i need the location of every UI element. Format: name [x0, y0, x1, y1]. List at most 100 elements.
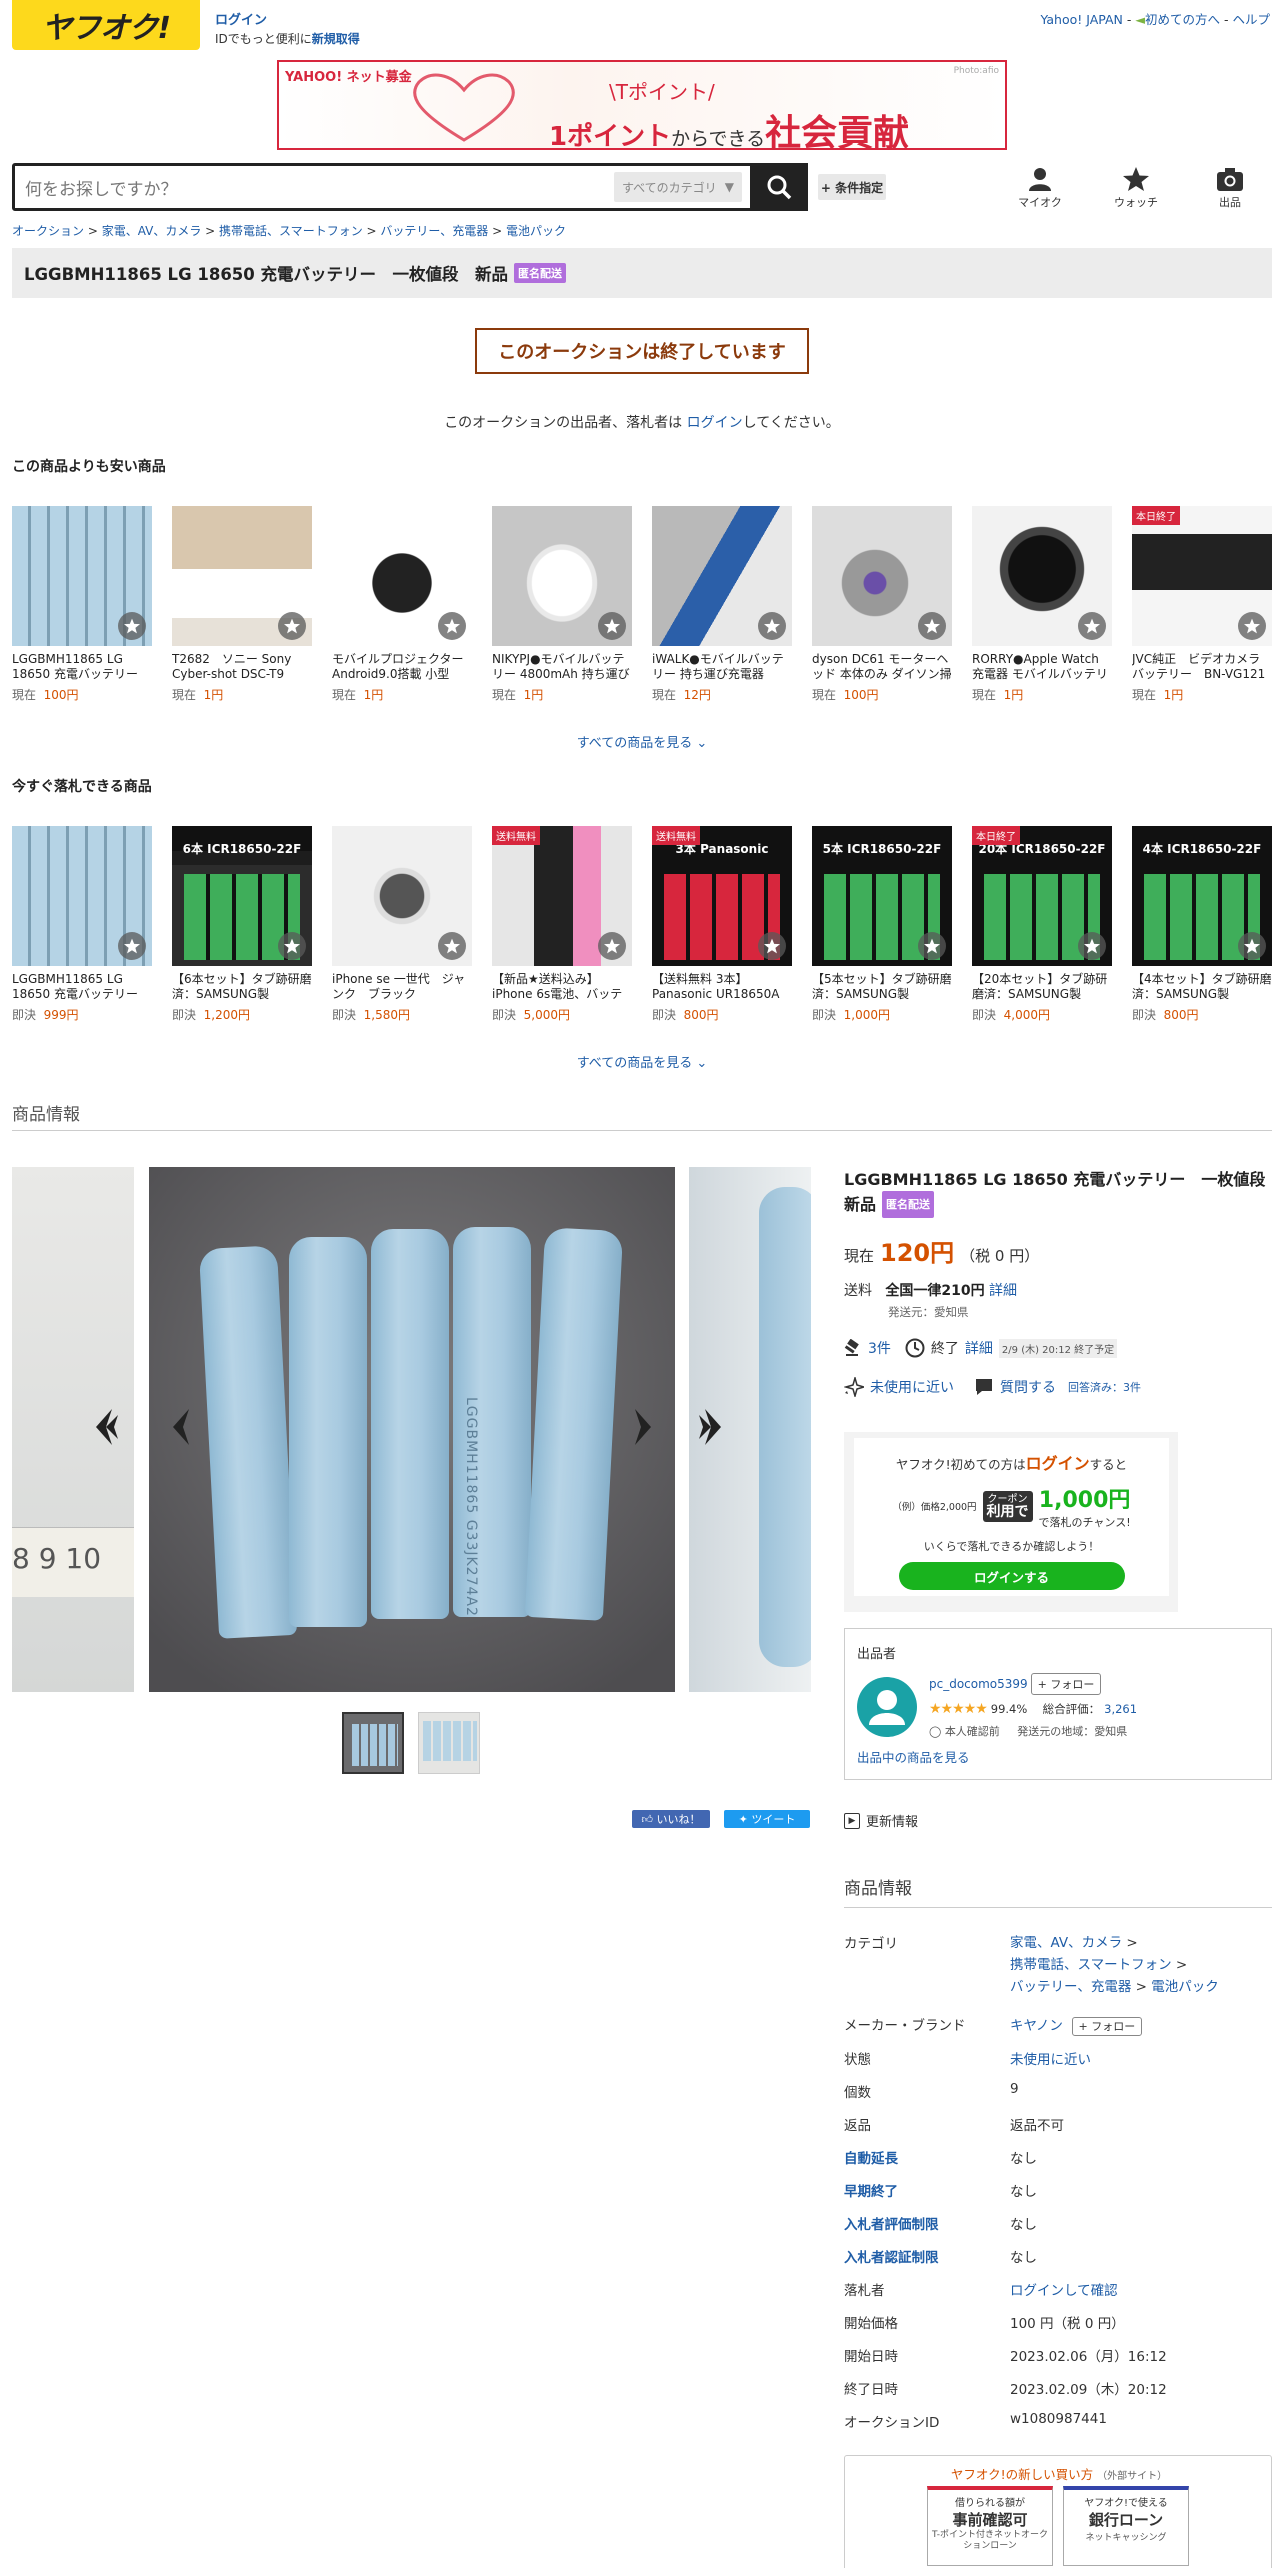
watch-star-button[interactable] [918, 932, 946, 960]
category-link[interactable]: 家電、AV、カメラ [1010, 1935, 1122, 1951]
product-name[interactable]: 【送料無料 3本】Panasonic UR18650A 18650リチウム... [652, 972, 792, 1002]
product-image[interactable]: 5本 ICR18650-22F [812, 826, 952, 966]
product-image[interactable] [332, 826, 472, 966]
update-info-toggle[interactable]: ▶ 更新情報 [844, 1811, 918, 1830]
watch-star-button[interactable] [1078, 612, 1106, 640]
yahoo-japan-link[interactable]: Yahoo! JAPAN [1040, 12, 1122, 27]
loan-card[interactable]: 借りられる額が 事前確認可 T-ポイント付きネットオークションローン [927, 2486, 1053, 2566]
spec-label[interactable]: 自動延長 [844, 2147, 898, 2167]
product-name[interactable]: RORRY●Apple Watch 充電器 モバイルバッテリー 5200... [972, 652, 1112, 682]
product-image[interactable] [12, 506, 152, 646]
product-name[interactable]: LGGBMH11865 LG 18650 充電バッテリー 一枚値段... [12, 972, 152, 1002]
watch-star-button[interactable] [278, 612, 306, 640]
ended-login-link[interactable]: ログイン [687, 415, 743, 431]
product-image[interactable] [812, 506, 952, 646]
product-image[interactable]: 6本 ICR18650-22F [172, 826, 312, 966]
main-product-image[interactable]: LGGBMH11865 G33JK274A2 [149, 1167, 675, 1692]
product-card[interactable]: 送料無料 3本 Panasonic 【送料無料 3本】Panasonic UR186… [652, 826, 792, 1023]
product-name[interactable]: 【6本セット】タブ跡研磨済：SAMSUNG製 ICR18650... [172, 972, 312, 1002]
product-card[interactable]: モバイルプロジェクター Android9.0搭載 小型 1080... 現在 1円 [332, 506, 472, 703]
like-button[interactable]: 👍︎ いいね！ [632, 1810, 710, 1828]
breadcrumb-link[interactable]: オークション [12, 224, 84, 238]
spec-label[interactable]: 入札者認証制限 [844, 2246, 939, 2266]
spec-label[interactable]: 早期終了 [844, 2180, 898, 2200]
next-image-preview[interactable] [689, 1167, 811, 1692]
login-link[interactable]: ログイン [215, 13, 267, 28]
product-name[interactable]: dyson DC61 モーターヘッド 本体のみ ダイソン掃除... [812, 652, 952, 682]
product-name[interactable]: 【4本セット】タブ跡研磨済：SAMSUNG製 ICR18650... [1132, 972, 1272, 1002]
product-card[interactable]: 4本 ICR18650-22F 【4本セット】タブ跡研磨済：SAMSUNG製 IC… [1132, 826, 1272, 1023]
myauction-button[interactable]: マイオク [1010, 167, 1070, 210]
product-image[interactable] [332, 506, 472, 646]
product-card[interactable]: 本日終了 20本 ICR18650-22F 【20本セット】タブ跡研磨済：SAMSU… [972, 826, 1112, 1023]
watch-star-button[interactable] [1238, 612, 1266, 640]
beginner-link[interactable]: 初めての方へ [1145, 12, 1220, 27]
product-name[interactable]: モバイルプロジェクター Android9.0搭載 小型 1080... [332, 652, 472, 682]
product-image[interactable]: 4本 ICR18650-22F [1132, 826, 1272, 966]
product-name[interactable]: JVC純正 ビデオカメラ バッテリー BN-VG121 ... [1132, 652, 1272, 682]
breadcrumb-link[interactable]: 家電、AV、カメラ [102, 224, 202, 238]
prev-arrow-icon[interactable] [92, 1407, 118, 1447]
shipping-detail-link[interactable]: 詳細 [989, 1283, 1017, 1299]
watch-star-button[interactable] [758, 932, 786, 960]
spec-value-link[interactable]: ログインして確認 [1010, 2283, 1118, 2299]
watch-button[interactable]: ウォッチ [1106, 167, 1166, 210]
product-image[interactable] [652, 506, 792, 646]
spec-label[interactable]: 入札者評価制限 [844, 2213, 939, 2233]
product-card[interactable]: dyson DC61 モーターヘッド 本体のみ ダイソン掃除... 現在 100円 [812, 506, 952, 703]
answered-count[interactable]: 回答済み：3件 [1068, 1379, 1141, 1395]
product-card[interactable]: LGGBMH11865 LG 18650 充電バッテリー 一枚... 現在 100… [12, 506, 152, 703]
prev-arrow-icon[interactable] [169, 1407, 195, 1447]
breadcrumb-link[interactable]: バッテリー、充電器 [380, 224, 488, 238]
promo-login-button[interactable]: ログインする [898, 1562, 1125, 1590]
signup-link[interactable]: 新規取得 [312, 32, 360, 46]
tweet-button[interactable]: ✦ ツイート [724, 1810, 810, 1828]
watch-star-button[interactable] [758, 612, 786, 640]
question-link[interactable]: 質問する [1000, 1377, 1056, 1397]
prev-image-preview[interactable]: 8 9 10 [12, 1167, 134, 1692]
help-link[interactable]: ヘルプ [1232, 12, 1270, 27]
rating-count-link[interactable]: 3,261 [1104, 1702, 1137, 1716]
product-name[interactable]: T2682 ソニー Sony Cyber-shot DSC-T9 Optical… [172, 652, 312, 682]
product-name[interactable]: NIKYPJ●モバイルバッテリー 4800mAh 持ち運び充電器... [492, 652, 632, 682]
seller-avatar[interactable] [857, 1677, 917, 1737]
buynow-more-link[interactable]: すべての商品を見る ⌄ [0, 1052, 1284, 1071]
product-card[interactable]: 5本 ICR18650-22F 【5本セット】タブ跡研磨済：SAMSUNG製 IC… [812, 826, 952, 1023]
product-card[interactable]: 本日終了 JVC純正 ビデオカメラ バッテリー BN-VG121 ... 現在 1円 [1132, 506, 1272, 703]
spec-value-link[interactable]: 未使用に近い [1010, 2052, 1091, 2068]
bank-loan-card[interactable]: ヤフオク!で使える 銀行ローン ネットキャッシング [1063, 2486, 1189, 2566]
product-card[interactable]: 6本 ICR18650-22F 【6本セット】タブ跡研磨済：SAMSUNG製 IC… [172, 826, 312, 1023]
product-name[interactable]: 【新品★送料込み】iPhone 6s電池、バッテリー ... [492, 972, 632, 1002]
category-link[interactable]: 電池パック [1151, 1979, 1219, 1995]
watch-star-button[interactable] [918, 612, 946, 640]
next-arrow-icon[interactable] [629, 1407, 655, 1447]
product-card[interactable]: 送料無料【新品★送料込み】iPhone 6s電池、バッテリー ... 即決 5,0… [492, 826, 632, 1023]
watch-star-button[interactable] [1238, 932, 1266, 960]
product-image[interactable]: 送料無料 3本 Panasonic [652, 826, 792, 966]
product-image[interactable] [12, 826, 152, 966]
breadcrumb-link[interactable]: 電池パック [506, 224, 566, 238]
thumbnail[interactable] [342, 1712, 404, 1774]
maker-link[interactable]: キヤノン [1010, 2018, 1063, 2034]
category-link[interactable]: 携帯電話、スマートフォン [1010, 1957, 1172, 1973]
product-card[interactable]: T2682 ソニー Sony Cyber-shot DSC-T9 Optical… [172, 506, 312, 703]
watch-star-button[interactable] [598, 612, 626, 640]
product-image[interactable] [492, 506, 632, 646]
seller-follow-button[interactable]: + フォロー [1031, 1673, 1101, 1695]
seller-listings-link[interactable]: 出品中の商品を見る [857, 1747, 970, 1766]
thumbnail[interactable] [418, 1712, 480, 1774]
product-image[interactable] [172, 506, 312, 646]
watch-star-button[interactable] [1078, 932, 1106, 960]
product-card[interactable]: iWALK●モバイルバッテリー 持ち運び充電器 4500m... 現在 12円 [652, 506, 792, 703]
watch-star-button[interactable] [278, 932, 306, 960]
bid-count-link[interactable]: 3件 [868, 1338, 891, 1358]
category-select[interactable]: すべてのカテゴリ ▼ [614, 172, 742, 202]
product-name[interactable]: 【20本セット】タブ跡研磨済：SAMSUNG製 ICR1865... [972, 972, 1112, 1002]
yahuoku-logo[interactable]: ヤフオク! [12, 0, 200, 50]
product-image[interactable] [972, 506, 1112, 646]
product-card[interactable]: LGGBMH11865 LG 18650 充電バッテリー 一枚値段... 即決 9… [12, 826, 152, 1023]
product-name[interactable]: 【5本セット】タブ跡研磨済：SAMSUNG製 ICR18650... [812, 972, 952, 1002]
breadcrumb-link[interactable]: 携帯電話、スマートフォン [219, 224, 363, 238]
watch-star-button[interactable] [118, 612, 146, 640]
watch-star-button[interactable] [438, 612, 466, 640]
